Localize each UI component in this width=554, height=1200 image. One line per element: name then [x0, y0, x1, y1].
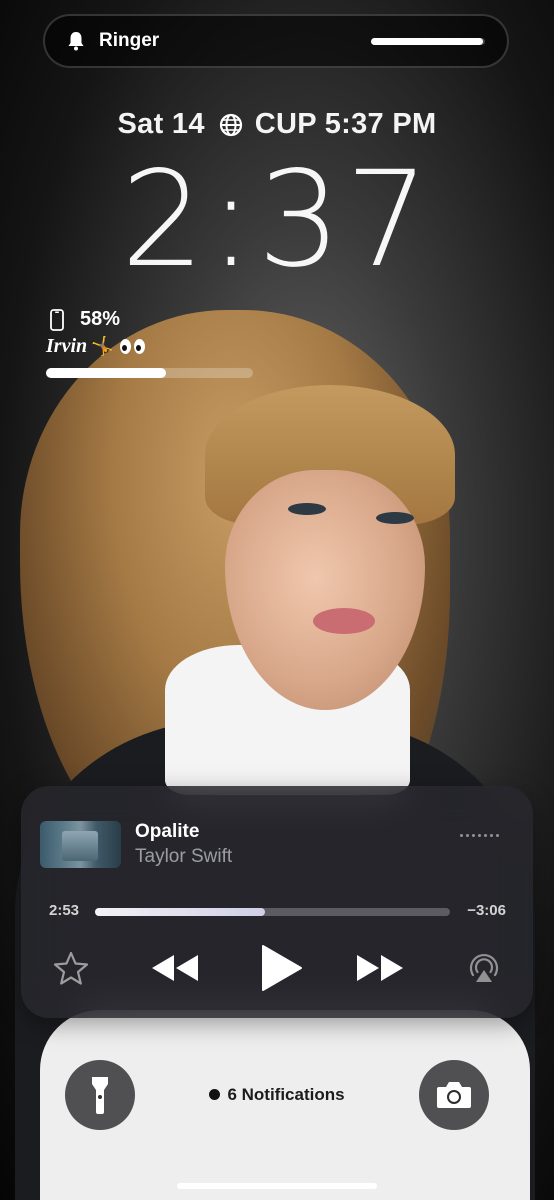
- track-title: Opalite: [135, 821, 200, 842]
- date-row: Sat 14 CUP 5:37 PM: [0, 108, 554, 141]
- play-button[interactable]: [257, 945, 305, 991]
- album-artwork[interactable]: [40, 821, 121, 868]
- play-icon: [262, 945, 302, 991]
- home-indicator[interactable]: [177, 1183, 377, 1189]
- rewind-icon: [152, 955, 198, 981]
- iphone-icon: [50, 308, 64, 331]
- ringer-indicator: Ringer: [43, 14, 509, 68]
- lock-screen-clock: 2:37: [120, 143, 434, 297]
- bell-icon: [68, 32, 84, 51]
- notification-dot-icon: [209, 1089, 221, 1100]
- battery-percent: 58%: [80, 308, 121, 330]
- battery-level-bar: [46, 368, 253, 378]
- date-label: Sat 14: [117, 108, 205, 140]
- airplay-icon: [469, 954, 499, 982]
- fast-forward-icon: [357, 955, 403, 981]
- world-clock-label: CUP 5:37 PM: [254, 108, 437, 140]
- globe-icon: [219, 113, 242, 136]
- dancer-emoji: 🤸: [91, 336, 114, 356]
- remaining-time: −3:06: [467, 902, 506, 919]
- eyes-emoji: [119, 339, 145, 354]
- ringer-label: Ringer: [99, 30, 160, 51]
- camera-icon: [437, 1082, 471, 1108]
- star-icon: [53, 951, 89, 985]
- playback-scrubber[interactable]: [95, 908, 450, 916]
- notifications-label: 6 Notifications: [227, 1085, 345, 1104]
- track-artist: Taylor Swift: [135, 846, 233, 867]
- ringer-volume-bar: [371, 37, 485, 45]
- next-track-button[interactable]: [354, 946, 408, 990]
- camera-button[interactable]: [419, 1060, 489, 1130]
- elapsed-time: 2:53: [49, 902, 80, 919]
- favorite-button[interactable]: [51, 946, 91, 990]
- device-name: Irvin: [46, 335, 88, 357]
- now-playing-widget[interactable]: Opalite Taylor Swift 2:53 −3:06: [21, 786, 533, 1018]
- previous-track-button[interactable]: [147, 946, 201, 990]
- battery-widget[interactable]: 58% Irvin 🤸: [46, 308, 256, 378]
- airplay-button[interactable]: [465, 946, 503, 990]
- audio-waveform-icon: [460, 834, 499, 837]
